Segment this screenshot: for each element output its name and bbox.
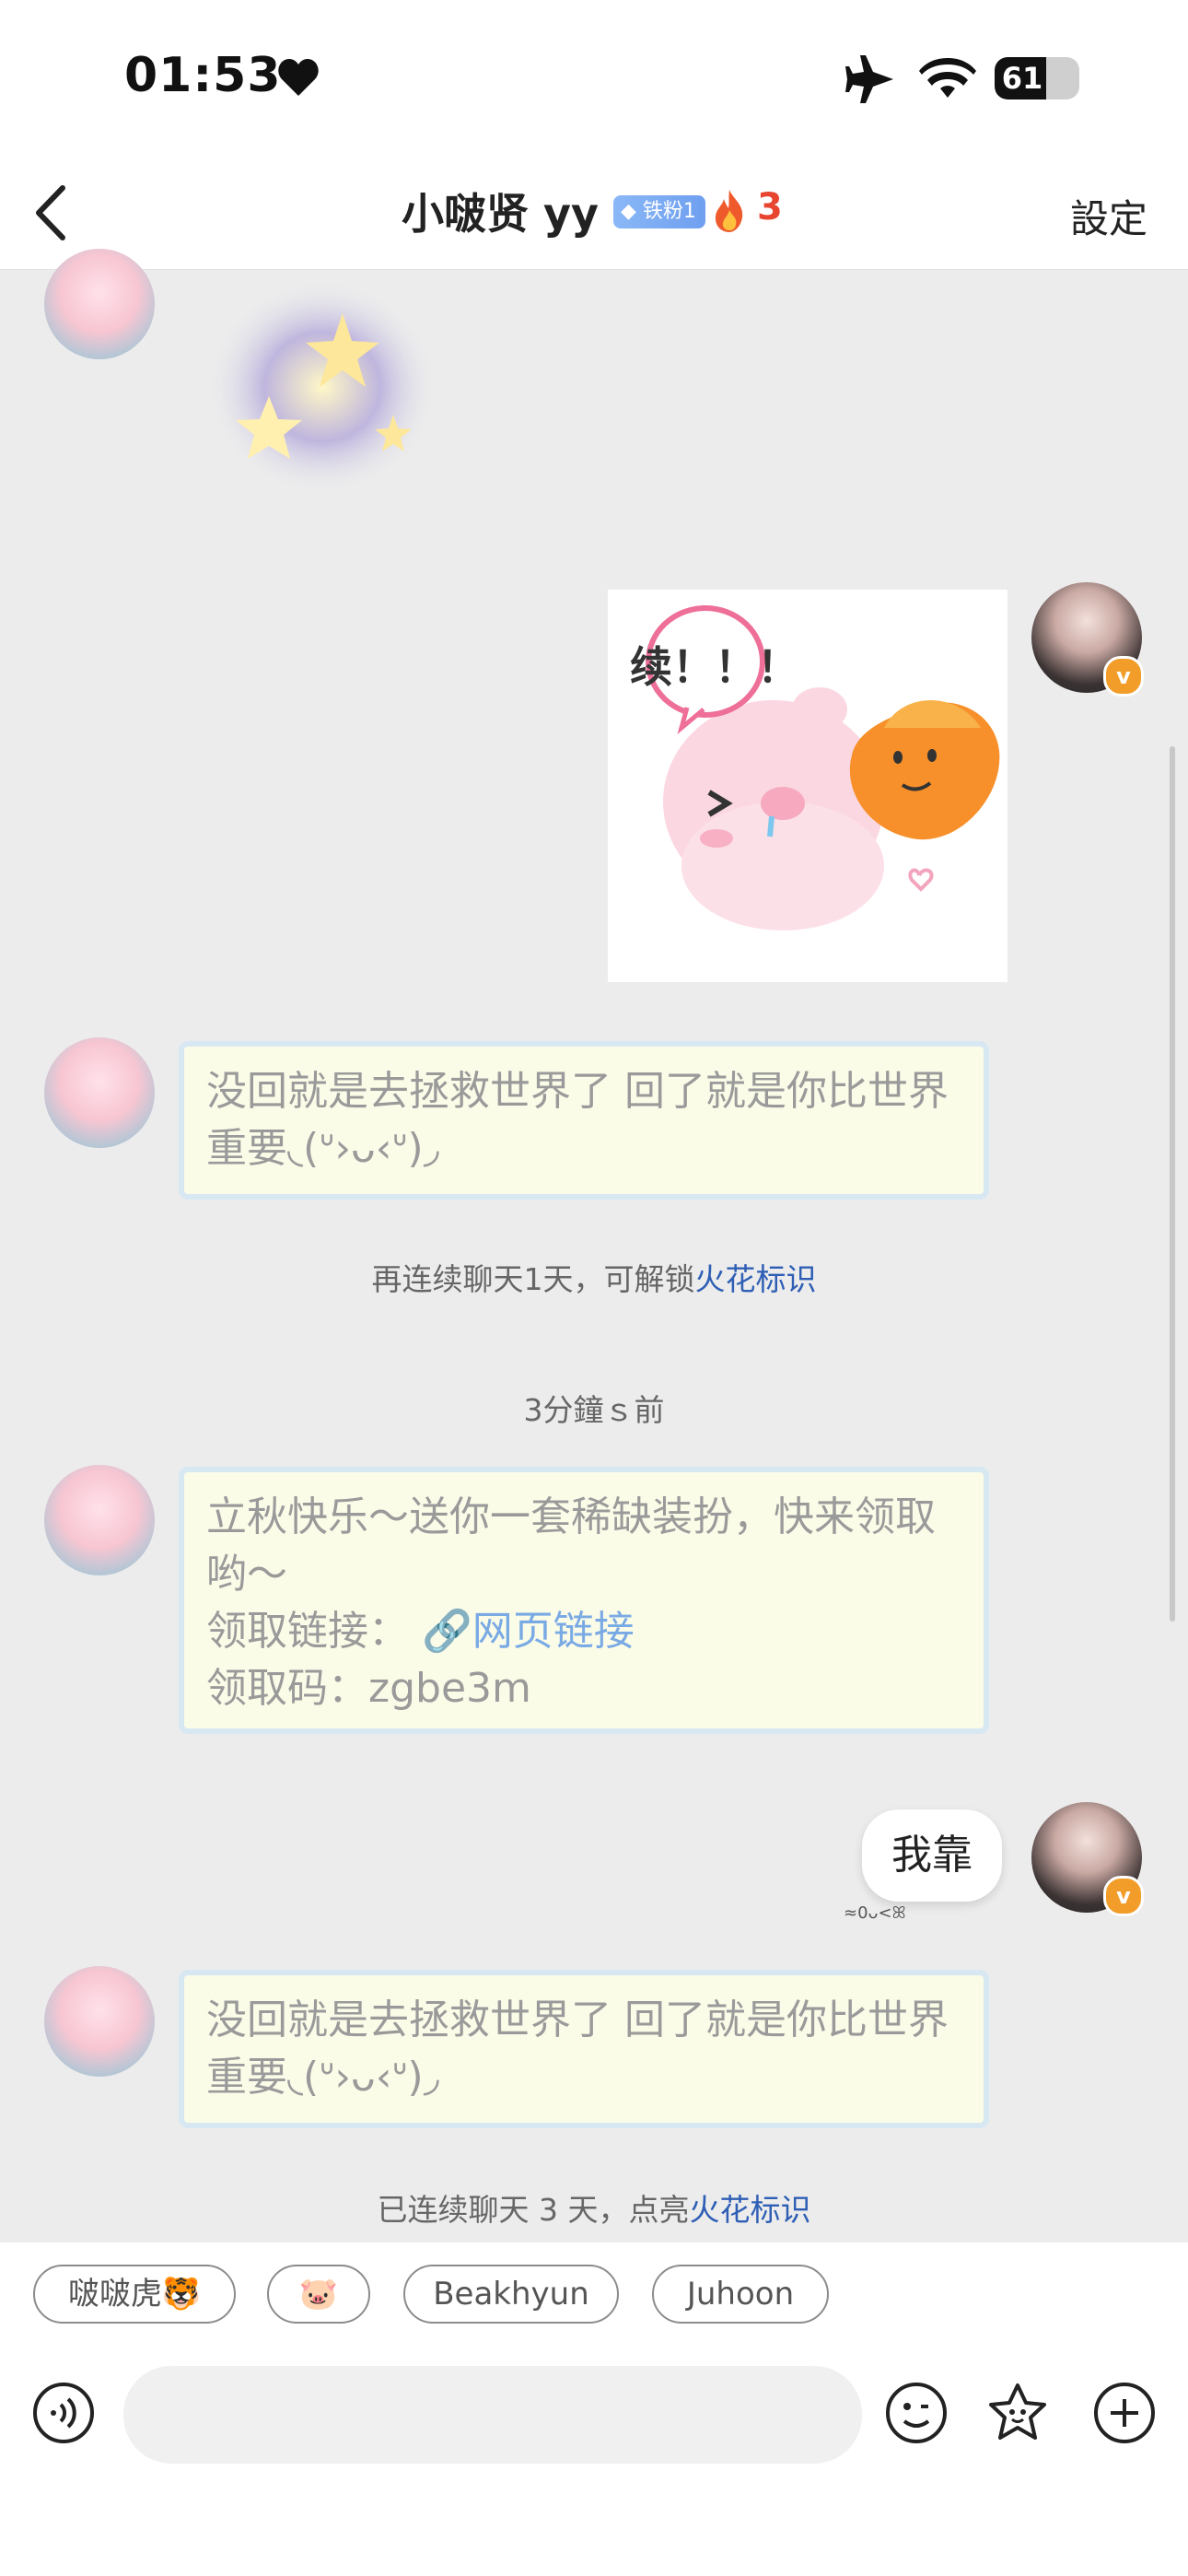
spark-link[interactable]: 火花标识 [695, 1261, 817, 1297]
web-link[interactable]: 网页链接 [472, 1608, 635, 1655]
message-reaction: ≈0ᴗ<ꕤ [844, 1903, 906, 1923]
spark-notice-text: 再连续聊天1天，可解锁 [371, 1261, 695, 1297]
emoji-icon[interactable] [884, 2381, 949, 2445]
quick-reply-chip[interactable]: Juhoon [652, 2265, 829, 2324]
settings-button[interactable]: 設定 [1070, 188, 1147, 244]
sticker-icon[interactable] [985, 2381, 1050, 2445]
spark-notice: 已连续聊天 3 天，点亮火花标识 [0, 2185, 1188, 2230]
avatar[interactable] [44, 1037, 155, 1148]
fan-level-badge: ◆ 铁粉1 [613, 195, 705, 228]
spark-notice-text: 已连续聊天 3 天，点亮 [377, 2192, 690, 2228]
fire-count: 3 [757, 186, 783, 228]
scrollbar[interactable] [1170, 746, 1175, 1622]
sticker-text: 续！！！ [630, 642, 799, 692]
fan-level-label: 铁粉1 [642, 200, 696, 223]
battery-indicator: 61 [995, 57, 1079, 100]
pig-sticker: 续！！！ [608, 590, 1007, 982]
fire-icon [715, 190, 743, 232]
avatar[interactable] [44, 1966, 155, 2077]
verified-badge: v [1103, 1876, 1144, 1916]
spark-link[interactable]: 火花标识 [689, 2192, 810, 2228]
redeem-code: 领取码：zgbe3m [206, 1665, 531, 1712]
spark-notice: 再连续聊天1天，可解锁火花标识 [0, 1255, 1188, 1299]
pig-sticker-art: 续！！！ [630, 605, 1000, 931]
link-label: 领取链接： [206, 1608, 409, 1655]
quick-reply-chip[interactable]: 啵啵虎🐯 [33, 2265, 236, 2324]
link-row: 领取链接： 🔗网页链接 [206, 1603, 961, 1660]
battery-level: 61 [1001, 61, 1043, 96]
link-icon: 🔗 [422, 1608, 472, 1655]
airplane-icon [845, 55, 893, 103]
verified-badge: v [1103, 656, 1144, 697]
message-input[interactable] [123, 2366, 862, 2464]
status-time: 01:53 [124, 48, 282, 103]
message-timestamp: 3分鐘ｓ前 [523, 1392, 665, 1428]
chat-title[interactable]: 小啵贤 yy [402, 181, 599, 241]
avatar[interactable] [44, 1465, 155, 1575]
heart-icon [278, 59, 319, 96]
message-bubble[interactable]: 没回就是去拯救世界了 回了就是你比世界重要◟(ᐡ›ᴗ‹ᐡ)◞ [179, 1041, 989, 1200]
message-bubble[interactable]: 立秋快乐～送你一套稀缺装扮，快来领取哟～ 领取链接： 🔗网页链接 领取码：zgb… [179, 1467, 989, 1734]
message-text: 立秋快乐～送你一套稀缺装扮，快来领取哟～ [206, 1493, 936, 1598]
star-sticker [206, 278, 438, 496]
plus-icon[interactable] [1092, 2381, 1157, 2445]
avatar[interactable] [44, 249, 155, 359]
message-text: 没回就是去拯救世界了 回了就是你比世界重要◟(ᐡ›ᴗ‹ᐡ)◞ [206, 1996, 949, 2101]
chevron-left-icon[interactable] [28, 181, 74, 245]
wifi-icon [919, 58, 976, 98]
quick-reply-chip[interactable]: Beakhyun [403, 2265, 619, 2324]
voice-icon[interactable] [31, 2381, 96, 2445]
quick-reply-chip[interactable]: 🐷 [267, 2265, 370, 2324]
message-bubble[interactable]: 没回就是去拯救世界了 回了就是你比世界重要◟(ᐡ›ᴗ‹ᐡ)◞ [179, 1970, 989, 2128]
message-text: 没回就是去拯救世界了 回了就是你比世界重要◟(ᐡ›ᴗ‹ᐡ)◞ [206, 1068, 949, 1172]
my-message-bubble[interactable]: 我靠 [862, 1809, 1002, 1902]
